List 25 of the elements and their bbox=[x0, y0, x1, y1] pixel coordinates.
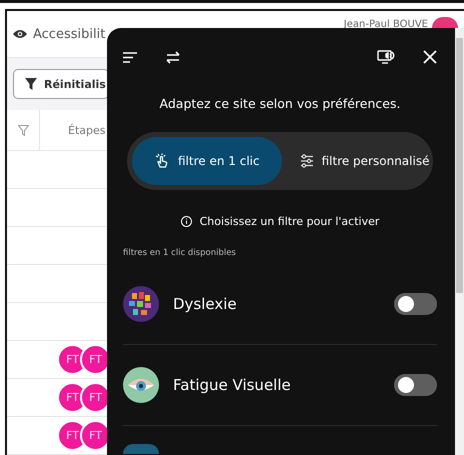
filter-name: Fatigue Visuelle bbox=[173, 376, 292, 394]
scrollbar[interactable] bbox=[455, 28, 464, 455]
sliders-icon bbox=[300, 154, 314, 168]
info-icon bbox=[180, 216, 192, 226]
section-label: filtres en 1 clic disponibles bbox=[123, 248, 237, 260]
reset-filters-button[interactable]: Réinitialis bbox=[13, 69, 109, 99]
swap-arrows-icon[interactable] bbox=[165, 50, 181, 64]
menu-icon[interactable] bbox=[123, 52, 137, 62]
screen-sound-icon[interactable] bbox=[377, 50, 395, 64]
panel-title: Adaptez ce site selon vos préférences. bbox=[158, 95, 402, 113]
hint-text: Choisissez un filtre pour l'activer bbox=[200, 214, 380, 228]
filter-toggle[interactable] bbox=[394, 293, 437, 315]
eye-icon bbox=[13, 29, 27, 39]
column-header[interactable]: Étapes bbox=[40, 110, 106, 150]
mode-tab[interactable]: filtre en 1 clic bbox=[132, 137, 282, 185]
close-icon[interactable] bbox=[423, 50, 437, 64]
hand-tap-icon bbox=[154, 153, 170, 169]
eye-icon bbox=[123, 367, 159, 403]
filter-name: Dyslexie bbox=[173, 295, 238, 313]
user-avatar[interactable] bbox=[432, 17, 458, 28]
page-title: Accessibilit bbox=[33, 26, 106, 42]
filter-toggle[interactable] bbox=[394, 374, 437, 396]
user-name: Jean-Paul BOUVE bbox=[344, 19, 428, 30]
mode-tab[interactable]: filtre personnalisé bbox=[282, 137, 448, 185]
colorful-letters-icon bbox=[123, 286, 159, 322]
